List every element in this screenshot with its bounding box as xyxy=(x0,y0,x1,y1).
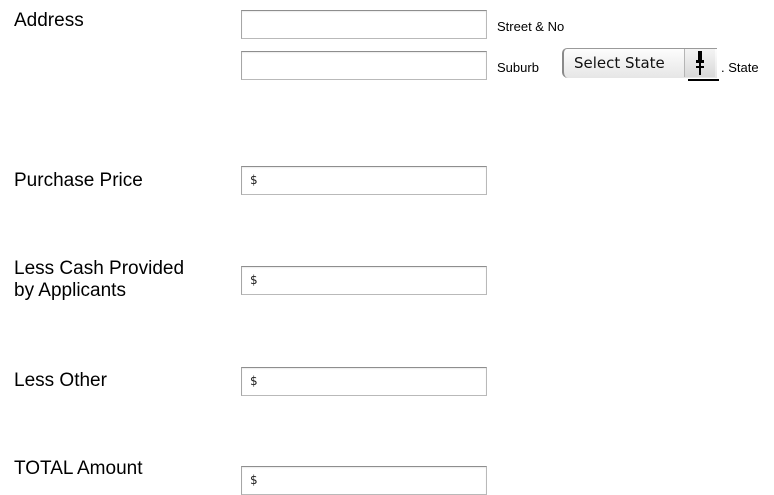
less-cash-input[interactable]: $ xyxy=(241,266,487,295)
state-label: . State xyxy=(721,60,759,75)
state-select[interactable]: Select State xyxy=(562,48,719,81)
purchase-price-label: Purchase Price xyxy=(14,170,143,191)
total-amount-input[interactable]: $ xyxy=(241,466,487,495)
suburb-input[interactable] xyxy=(241,51,487,80)
currency-prefix: $ xyxy=(250,473,258,487)
state-select-value: Select State xyxy=(574,54,665,72)
less-cash-label: Less Cash Provided by Applicants xyxy=(14,258,185,301)
street-input[interactable] xyxy=(241,10,487,39)
purchase-price-input[interactable]: $ xyxy=(241,166,487,195)
total-amount-label: TOTAL Amount xyxy=(14,458,143,479)
suburb-label: Suburb xyxy=(497,60,539,75)
currency-prefix: $ xyxy=(250,374,258,388)
street-label: Street & No xyxy=(497,19,565,34)
select-underline xyxy=(688,79,719,81)
chevron-updown-icon xyxy=(684,49,715,77)
currency-prefix: $ xyxy=(250,273,258,287)
less-other-input[interactable]: $ xyxy=(241,367,487,396)
currency-prefix: $ xyxy=(250,173,258,187)
address-label: Address xyxy=(14,10,84,31)
less-other-label: Less Other xyxy=(14,370,107,391)
